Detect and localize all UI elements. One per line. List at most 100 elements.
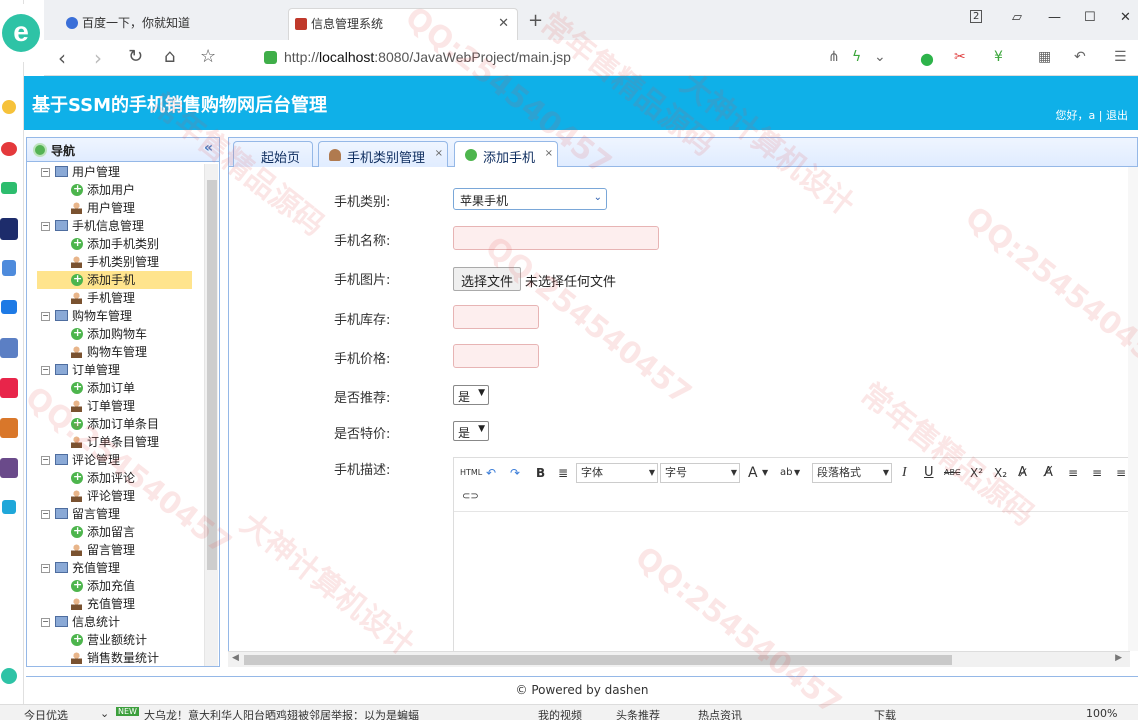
collapse-toggle-icon[interactable]: − [41,366,50,375]
tab-category-manage[interactable]: 手机类别管理 × [318,141,448,168]
subscript-button[interactable]: X₂ [994,464,1007,482]
bookmark-star-icon[interactable]: ☆ [200,46,216,67]
format-icon[interactable]: ≣ [558,464,568,482]
coin-icon[interactable]: ¥ [994,49,1003,65]
url-bar[interactable]: http://localhost:8080/JavaWebProject/mai… [258,44,908,72]
new-tab-icon[interactable]: + [528,10,543,31]
refresh-icon[interactable]: ↻ [128,46,143,67]
nav-item[interactable]: 添加订单 [27,378,205,397]
apps-grid-icon[interactable]: ▦ [1038,49,1051,65]
clear-format-icon[interactable]: A̷ [1018,464,1027,482]
maximize-icon[interactable]: ☐ [1084,10,1096,25]
collapse-toggle-icon[interactable]: − [41,222,50,231]
special-select[interactable]: 是 ▼ [453,421,489,441]
highlight-dropdown-icon[interactable]: ▼ [794,464,800,482]
italic-button[interactable]: I [902,464,907,482]
stock-input[interactable] [453,305,539,329]
back-icon[interactable]: ‹ [58,46,66,70]
scroll-left-icon[interactable]: ◀ [232,653,239,663]
nav-group[interactable]: − 用户管理 [27,163,205,181]
undo-icon[interactable]: ↶ [486,464,496,482]
document-icon[interactable] [2,260,16,276]
nav-group[interactable]: − 充值管理 [27,559,205,577]
nav-item[interactable]: 销售数量统计 [27,649,205,667]
collapse-toggle-icon[interactable]: − [41,564,50,573]
phone-name-input[interactable] [453,226,659,250]
nav-item[interactable]: 评论管理 [27,487,205,505]
add-app-icon[interactable] [1,668,17,684]
content-horizontal-scrollbar[interactable]: ◀ ▶ [228,651,1130,667]
nav-group[interactable]: − 留言管理 [27,505,205,523]
zoom-level[interactable]: 100% [1086,707,1117,720]
browser-tab-active[interactable]: 信息管理系统 ✕ [288,8,518,40]
download-link[interactable]: 下载 [874,707,896,720]
redo-icon[interactable]: ↷ [510,464,520,482]
bold-button[interactable]: B [536,464,545,482]
tab-add-phone[interactable]: 添加手机 × [454,141,558,169]
collapse-toggle-icon[interactable]: − [41,168,50,177]
nav-group[interactable]: − 信息统计 [27,613,205,631]
nav-item[interactable]: 充值管理 [27,595,205,613]
nav-item[interactable]: 添加充值 [27,576,205,595]
collapse-toggle-icon[interactable]: − [41,312,50,321]
font-family-select[interactable]: 字体 ▼ [576,463,658,483]
tool-icon[interactable] [2,500,16,514]
superscript-button[interactable]: X² [970,464,983,482]
undo-icon[interactable]: ↶ [1074,49,1086,65]
today-picks[interactable]: 今日优选 [24,707,68,720]
nav-item[interactable]: 添加手机 [27,270,205,289]
close-window-icon[interactable]: ✕ [1120,10,1131,25]
nav-item[interactable]: 订单条目管理 [27,433,205,451]
horizontal-scroll-thumb[interactable] [244,655,952,665]
close-tab-icon[interactable]: × [435,148,443,159]
dropdown-icon[interactable]: ⌄ [874,49,886,65]
game2-icon[interactable] [0,418,18,438]
font-size-select[interactable]: 字号 ▼ [660,463,740,483]
minimize-icon[interactable]: — [1048,10,1061,25]
nav-item[interactable]: 添加订单条目 [27,414,205,433]
align-justify-icon[interactable]: ≡ [1116,464,1126,482]
price-input[interactable] [453,344,539,368]
chat-app-icon[interactable]: ● [920,49,934,68]
collapse-toggle-icon[interactable]: − [41,618,50,627]
collapse-toggle-icon[interactable]: − [41,510,50,519]
underline-button[interactable]: U [924,464,934,482]
editor-body[interactable] [454,512,1130,651]
nav-item[interactable]: 添加评论 [27,468,205,487]
choose-file-button[interactable]: 选择文件 [453,267,522,291]
news-app-icon[interactable] [0,218,18,240]
nav-item[interactable]: 添加用户 [27,180,205,199]
shopping-icon[interactable] [0,378,18,398]
chevron-icon[interactable]: ⌄ [100,707,109,720]
highlight-button[interactable]: ab [780,464,792,482]
browser-tab-baidu[interactable]: 百度一下，你就知道 [60,8,280,40]
nav-group[interactable]: − 手机信息管理 [27,217,205,235]
recommend-select[interactable]: 是 ▼ [453,385,489,405]
chat-icon[interactable] [1,300,17,314]
cut-icon[interactable]: ✂ [954,49,966,65]
nav-item[interactable]: 购物车管理 [27,343,205,361]
news-ticker[interactable]: 大乌龙！意大利华人阳台晒鸡翅被邻居举报：以为是蝙蝠 [144,707,419,720]
align-left-icon[interactable]: ≡ [1068,464,1078,482]
logout-link[interactable]: 退出 [1106,109,1128,122]
nav-item[interactable]: 订单管理 [27,397,205,415]
scroll-right-icon[interactable]: ▶ [1115,653,1122,663]
strikethrough-button[interactable]: ABC [944,464,960,482]
align-right-icon[interactable]: ≡ [1092,464,1102,482]
category-select[interactable]: 苹果手机 ⌄ [453,188,607,210]
nav-item[interactable]: 用户管理 [27,199,205,217]
nav-group[interactable]: − 订单管理 [27,361,205,379]
nav-item[interactable]: 手机类别管理 [27,253,205,271]
menu-icon[interactable]: ☰ [1114,49,1127,65]
nav-scrollbar[interactable] [204,164,218,666]
nav-item[interactable]: 营业额统计 [27,630,205,649]
shirt-skin-icon[interactable]: ▱ [1012,10,1022,25]
nav-scroll-thumb[interactable] [207,180,217,570]
mail-icon[interactable] [1,182,17,194]
nav-item[interactable]: 添加留言 [27,522,205,541]
tab-home[interactable]: 起始页 [233,141,313,168]
close-tab-icon[interactable]: × [545,148,553,159]
favorites-star-icon[interactable] [2,100,16,114]
collapse-toggle-icon[interactable]: − [41,456,50,465]
headline-link[interactable]: 头条推荐 [616,707,660,720]
